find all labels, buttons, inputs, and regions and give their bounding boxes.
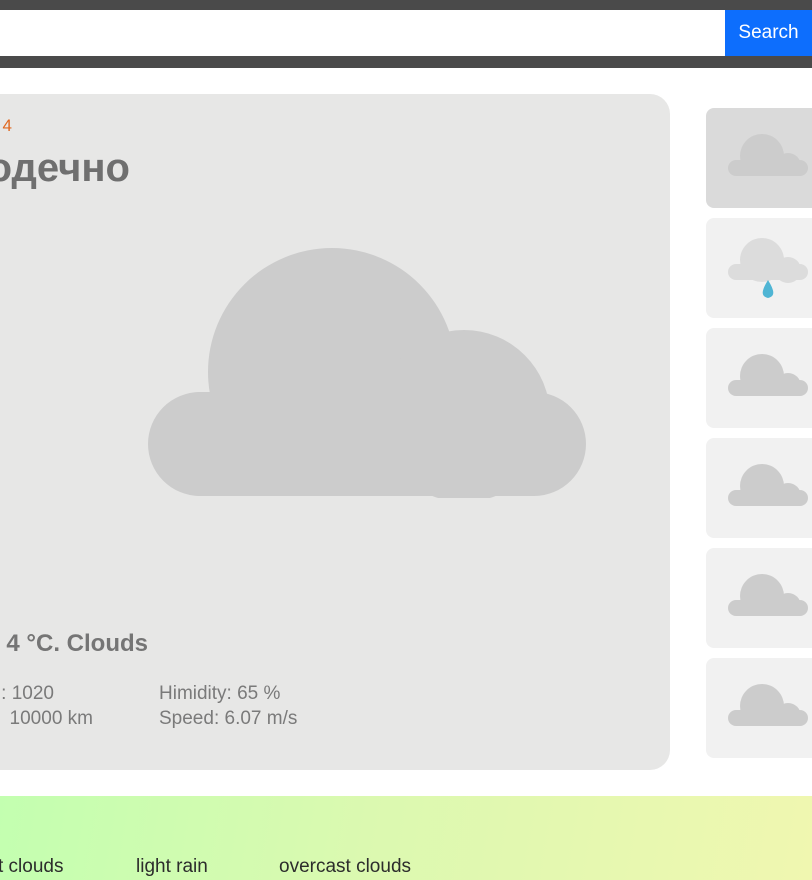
- temperature-summary: e 4 °C. Clouds: [0, 630, 148, 657]
- pressure-value: : 1020: [1, 683, 54, 704]
- search-input[interactable]: [0, 10, 725, 56]
- forecast-description: t clouds: [0, 856, 64, 877]
- city-name: одечно: [0, 146, 130, 190]
- cloud-icon: [728, 684, 808, 726]
- forecast-thumb[interactable]: [706, 658, 812, 758]
- forecast-description: light rain: [136, 856, 208, 877]
- cloud-icon: [728, 574, 808, 616]
- forecast-thumb[interactable]: [706, 548, 812, 648]
- wind-speed-value: Speed: 6.07 m/s: [159, 708, 298, 729]
- humidity-value: Himidity: 65 %: [159, 683, 281, 704]
- forecast-thumb[interactable]: [706, 218, 812, 318]
- forecast-description: overcast clouds: [279, 856, 412, 877]
- forecast-thumb[interactable]: [706, 108, 812, 208]
- visibility-value: 10000 km: [9, 708, 93, 729]
- cloud-icon: [728, 354, 808, 396]
- date-label: 4: [2, 116, 12, 135]
- rain-cloud-icon: [728, 238, 808, 298]
- forecast-thumb[interactable]: [706, 328, 812, 428]
- cloud-icon: [728, 134, 808, 176]
- forecast-thumb[interactable]: [706, 438, 812, 538]
- cloud-icon: [728, 464, 808, 506]
- cloud-icon: [148, 248, 586, 498]
- header-bar: Search: [0, 0, 812, 68]
- search-button[interactable]: Search: [725, 10, 812, 56]
